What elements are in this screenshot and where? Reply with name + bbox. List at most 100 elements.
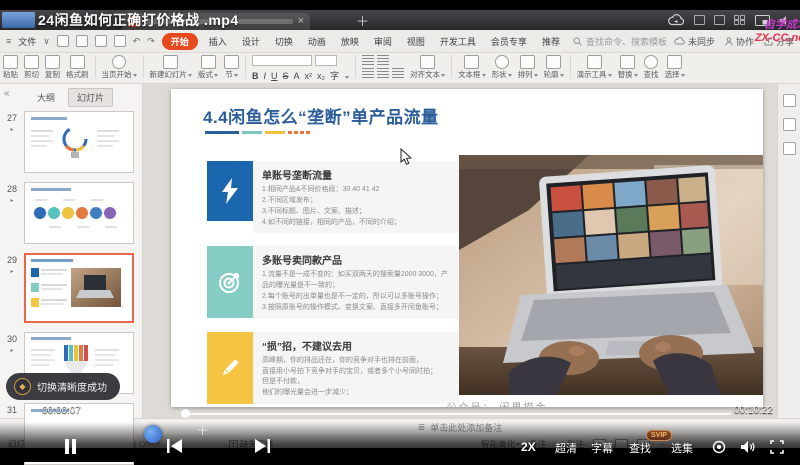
copy-button[interactable]: 复制 xyxy=(45,55,60,79)
toast-message: 切换清晰度成功 xyxy=(37,379,107,394)
paste-button[interactable]: 粘贴 xyxy=(3,55,18,79)
lightning-icon xyxy=(207,161,253,221)
tab-member[interactable]: 会员专享 xyxy=(487,33,531,50)
search-placeholder: 查找命令、搜索模板 xyxy=(586,35,667,48)
pause-button[interactable] xyxy=(64,439,77,459)
panel-tab-slides[interactable]: 幻灯片 xyxy=(68,88,113,107)
close-tab-icon[interactable]: × xyxy=(298,16,304,27)
sync-status[interactable]: 未同步 xyxy=(674,35,715,48)
shapes-button[interactable]: 形状 xyxy=(492,55,512,79)
section-line: 1.流量不是一成不变的：如买双两天的搜索量2000 3000，产品的曝光量是不一… xyxy=(262,270,450,292)
assistant-badge[interactable] xyxy=(144,425,162,443)
search-icon xyxy=(573,37,582,46)
subtitles-button[interactable]: 字幕 xyxy=(591,440,613,456)
current-slide[interactable]: 4.4闲鱼怎么“垄断”单产品流量 单账号垄断流量 1.相同产品&不同价格段：30… xyxy=(171,89,763,407)
playback-speed-button[interactable]: 2X xyxy=(521,440,536,454)
section-line: 3.按照原账号的操作模式、变换文案、直接多开闲鱼账号； xyxy=(262,303,450,314)
tab-animation[interactable]: 动画 xyxy=(304,33,330,50)
tab-home[interactable]: 开始 xyxy=(162,33,198,50)
episodes-button[interactable]: 选集 xyxy=(671,440,693,456)
record-icon[interactable] xyxy=(712,440,726,459)
save-icon[interactable] xyxy=(57,35,69,47)
tab-recommend[interactable]: 推荐 xyxy=(538,33,564,50)
font-name-select[interactable] xyxy=(252,55,312,66)
tab-slideshow[interactable]: 放映 xyxy=(337,33,363,50)
tab-view[interactable]: 视图 xyxy=(403,33,429,50)
find-in-video-button[interactable]: 查找 xyxy=(629,440,651,456)
output-icon[interactable] xyxy=(76,35,88,47)
tab-insert[interactable]: 插入 xyxy=(205,33,231,50)
number-list-icon[interactable] xyxy=(377,55,389,65)
select-button[interactable]: 选择 xyxy=(665,55,685,79)
underline-button[interactable]: U xyxy=(271,71,278,81)
bullet-list-icon[interactable] xyxy=(362,55,374,65)
tab-review[interactable]: 审阅 xyxy=(370,33,396,50)
animation-pane-icon[interactable] xyxy=(783,118,796,131)
undo-icon[interactable]: ↶ xyxy=(133,36,141,47)
slide-number: 31 xyxy=(7,405,17,415)
volume-icon[interactable] xyxy=(740,440,756,459)
bold-button[interactable]: B xyxy=(252,71,259,81)
next-button[interactable] xyxy=(254,439,271,458)
layout-button[interactable]: 版式 xyxy=(198,55,218,79)
slide-thumbnail-27[interactable]: 27 ▸ xyxy=(0,111,142,173)
find-button[interactable]: 查找 xyxy=(644,55,659,79)
minimize-icon[interactable] xyxy=(694,15,705,25)
cloud-sync-icon[interactable] xyxy=(667,14,685,26)
animation-indicator-icon: ▸ xyxy=(0,126,24,133)
align-right-icon[interactable] xyxy=(392,68,404,78)
replace-button[interactable]: 替换 xyxy=(618,55,638,79)
slide-thumbnail-28[interactable]: 28▸ xyxy=(0,182,142,244)
add-slide-overlay-icon[interactable]: ＋ xyxy=(196,420,209,439)
restore-icon[interactable] xyxy=(714,15,725,25)
textbox-button[interactable]: 文本框 xyxy=(458,55,486,79)
slide-number: 29 xyxy=(7,255,17,265)
quality-button[interactable]: 超清 xyxy=(555,440,577,456)
collapse-panel-icon[interactable]: « xyxy=(4,88,10,99)
grid-apps-icon[interactable] xyxy=(734,15,746,25)
redo-icon[interactable]: ↷ xyxy=(147,36,155,47)
selection-pane-icon[interactable] xyxy=(783,142,796,155)
section-button[interactable]: 节 xyxy=(224,55,239,79)
slide-thumbnail-29-selected[interactable]: 29 ▸ xyxy=(0,253,142,323)
play-from-page-button[interactable]: 当页开始 xyxy=(102,55,137,79)
new-slide-button[interactable]: 新建幻灯片 xyxy=(150,55,193,79)
arrange-button[interactable]: 排列 xyxy=(518,55,538,79)
strikethrough-button[interactable]: S xyxy=(283,71,289,81)
tab-transition[interactable]: 切换 xyxy=(271,33,297,50)
animation-indicator-icon: ▸ xyxy=(0,268,24,275)
collab-button[interactable]: 协作 xyxy=(725,35,754,48)
properties-icon[interactable] xyxy=(783,94,796,107)
outline-button[interactable]: 轮廓 xyxy=(544,55,564,79)
menu-file[interactable]: 文件 xyxy=(18,35,36,48)
progress-handle[interactable] xyxy=(181,409,190,418)
font-color-button[interactable]: A xyxy=(294,71,300,81)
character-format-button[interactable]: 字 xyxy=(330,69,339,82)
align-center-icon[interactable] xyxy=(377,68,389,78)
tab-devtools[interactable]: 开发工具 xyxy=(436,33,480,50)
command-search[interactable]: 查找命令、搜索模板 xyxy=(573,35,667,48)
cut-button[interactable]: 剪切 xyxy=(24,55,39,79)
italic-button[interactable]: I xyxy=(264,71,267,81)
section-multi-account: 多账号卖同款产品 1.流量不是一成不变的：如买双两天的搜索量2000 3000，… xyxy=(207,246,459,318)
new-tab-button[interactable]: ＋ xyxy=(356,11,369,30)
subscript-button[interactable]: x₂ xyxy=(317,71,325,81)
chevron-down-icon[interactable]: ∨ xyxy=(43,36,50,47)
align-text-button[interactable]: 对齐文本 xyxy=(410,55,445,79)
preview-icon[interactable] xyxy=(114,35,126,47)
print-icon[interactable] xyxy=(95,35,107,47)
presentation-tools-button[interactable]: 演示工具 xyxy=(577,55,612,79)
slide-canvas[interactable]: 4.4闲鱼怎么“垄断”单产品流量 单账号垄断流量 1.相同产品&不同价格段：30… xyxy=(143,84,777,418)
section-heading: “损”招，不建议去用 xyxy=(262,338,450,353)
burger-menu-icon[interactable]: ≡ xyxy=(6,36,11,46)
previous-button[interactable] xyxy=(166,439,183,458)
progress-bar[interactable] xyxy=(186,413,731,415)
align-left-icon[interactable] xyxy=(362,68,374,78)
slide-number: 27 xyxy=(7,113,17,123)
fullscreen-icon[interactable] xyxy=(770,440,784,459)
format-painter-button[interactable]: 格式刷 xyxy=(66,55,89,79)
tab-design[interactable]: 设计 xyxy=(238,33,264,50)
panel-tab-outline[interactable]: 大纲 xyxy=(29,89,63,106)
font-size-select[interactable] xyxy=(315,55,337,66)
superscript-button[interactable]: x² xyxy=(305,71,313,81)
